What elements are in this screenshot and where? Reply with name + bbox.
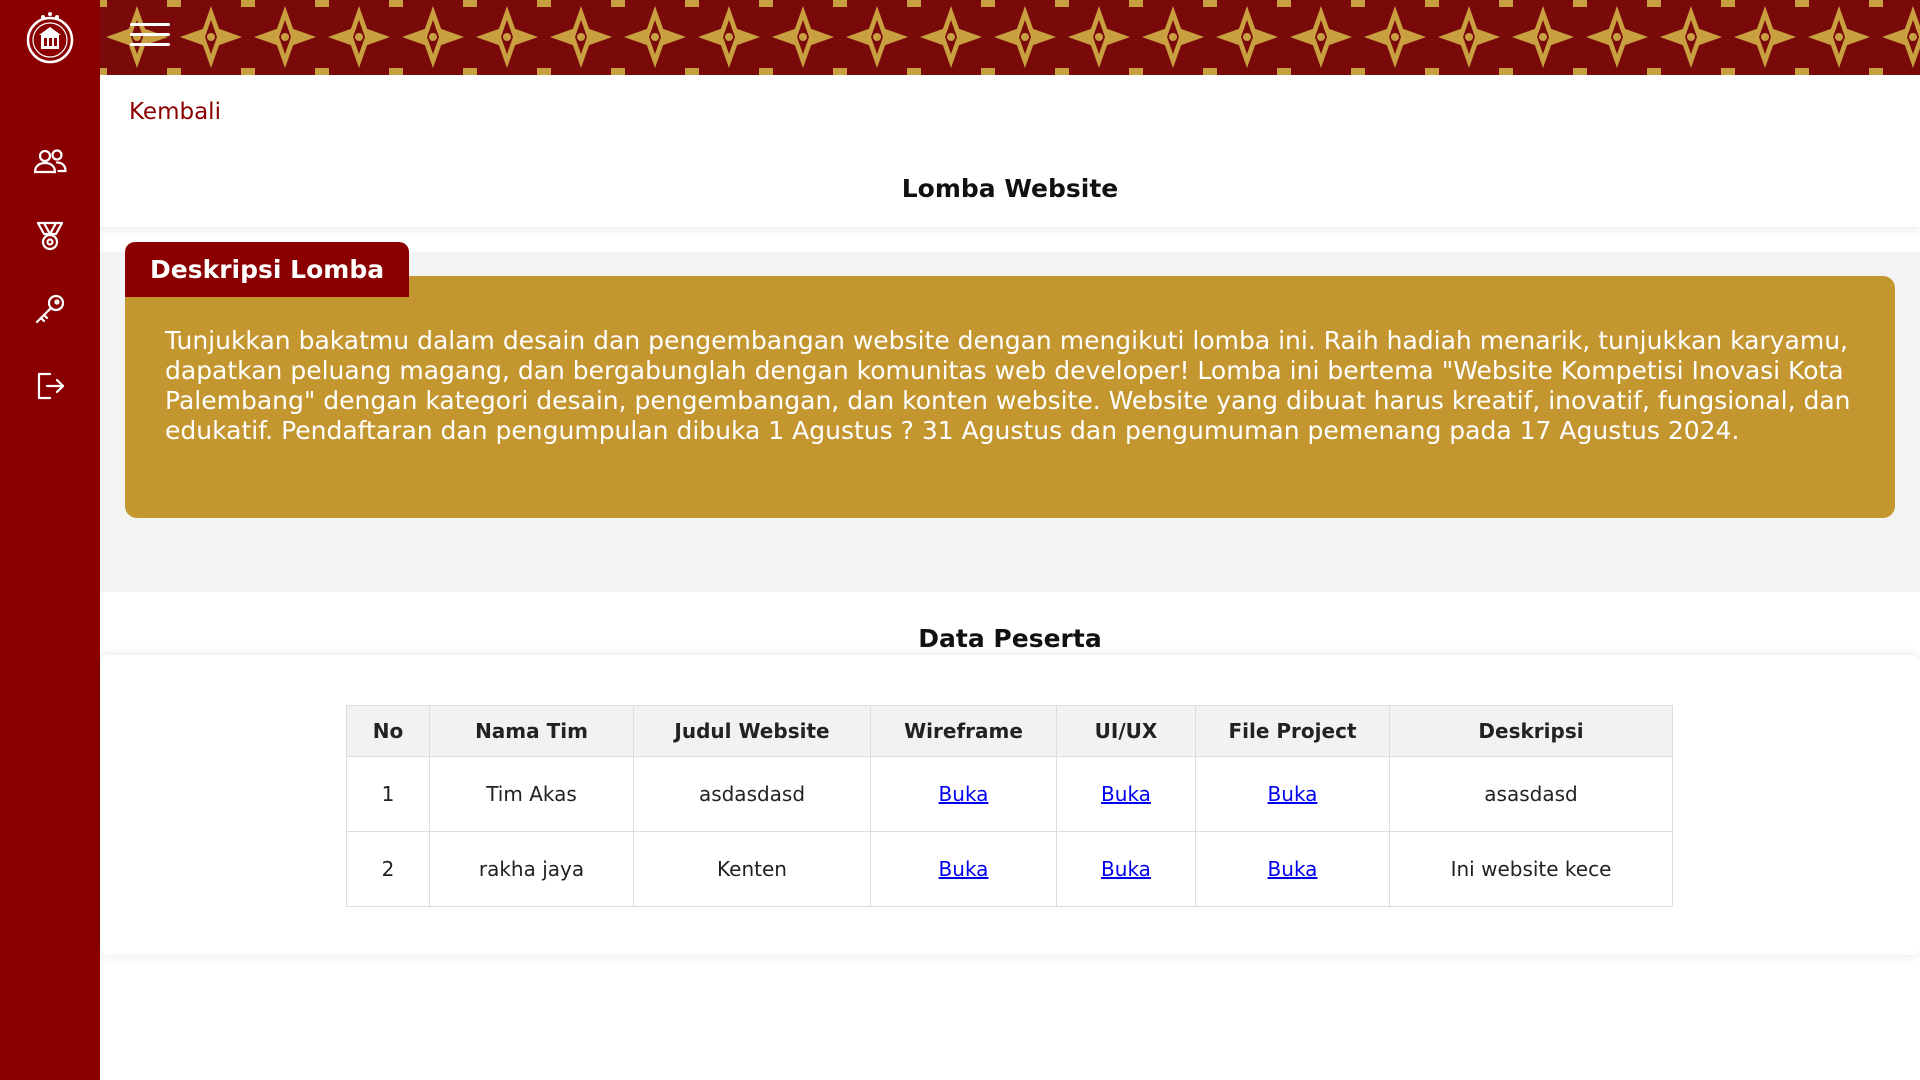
title-card: [100, 75, 1920, 227]
songket-banner: [100, 0, 1920, 75]
uiux-link[interactable]: Buka: [1101, 857, 1151, 881]
cell-no: 1: [346, 756, 430, 832]
logout-icon[interactable]: [32, 368, 68, 404]
cell-uiux: Buka: [1056, 831, 1196, 907]
cell-website-title: asdasdasd: [633, 756, 871, 832]
table-row: 1 Tim Akas asdasdasd Buka Buka Buka asas…: [346, 756, 1673, 832]
wireframe-link[interactable]: Buka: [939, 782, 989, 806]
cell-uiux: Buka: [1056, 756, 1196, 832]
cell-file-project: Buka: [1195, 831, 1390, 907]
uiux-link[interactable]: Buka: [1101, 782, 1151, 806]
description-box: Tunjukkan bakatmu dalam desain dan penge…: [125, 276, 1895, 518]
cell-description: asasdasd: [1389, 756, 1673, 832]
description-text: Tunjukkan bakatmu dalam desain dan penge…: [165, 326, 1851, 445]
cell-wireframe: Buka: [870, 756, 1057, 832]
file-project-link[interactable]: Buka: [1268, 857, 1318, 881]
column-header-wireframe: Wireframe: [870, 705, 1057, 757]
table-header-row: No Nama Tim Judul Website Wireframe UI/U…: [346, 705, 1673, 757]
sidebar: [0, 0, 100, 1080]
description-tab-label: Deskripsi Lomba: [125, 242, 410, 297]
cell-website-title: Kenten: [633, 831, 871, 907]
column-header-no: No: [346, 705, 430, 757]
cell-wireframe: Buka: [870, 831, 1057, 907]
hamburger-menu-button[interactable]: [130, 23, 170, 53]
wireframe-link[interactable]: Buka: [939, 857, 989, 881]
cell-no: 2: [346, 831, 430, 907]
cell-file-project: Buka: [1195, 756, 1390, 832]
university-logo[interactable]: [25, 7, 75, 67]
column-header-description: Deskripsi: [1389, 705, 1673, 757]
participants-title: Data Peserta: [918, 624, 1102, 653]
column-header-team: Nama Tim: [429, 705, 634, 757]
users-icon[interactable]: [32, 144, 68, 180]
file-project-link[interactable]: Buka: [1268, 782, 1318, 806]
table-row: 2 rakha jaya Kenten Buka Buka Buka Ini w…: [346, 831, 1673, 907]
cell-description: Ini website kece: [1389, 831, 1673, 907]
cell-team: rakha jaya: [429, 831, 634, 907]
column-header-file-project: File Project: [1195, 705, 1390, 757]
page-title: Lomba Website: [901, 174, 1119, 203]
key-icon[interactable]: [32, 292, 68, 328]
column-header-uiux: UI/UX: [1056, 705, 1196, 757]
back-link[interactable]: Kembali: [129, 99, 221, 125]
column-header-website-title: Judul Website: [633, 705, 871, 757]
main-content: Kembali Lomba Website Deskripsi Lomba Tu…: [100, 75, 1920, 1080]
medal-icon[interactable]: [32, 218, 68, 254]
cell-team: Tim Akas: [429, 756, 634, 832]
participants-table: No Nama Tim Judul Website Wireframe UI/U…: [346, 705, 1673, 907]
